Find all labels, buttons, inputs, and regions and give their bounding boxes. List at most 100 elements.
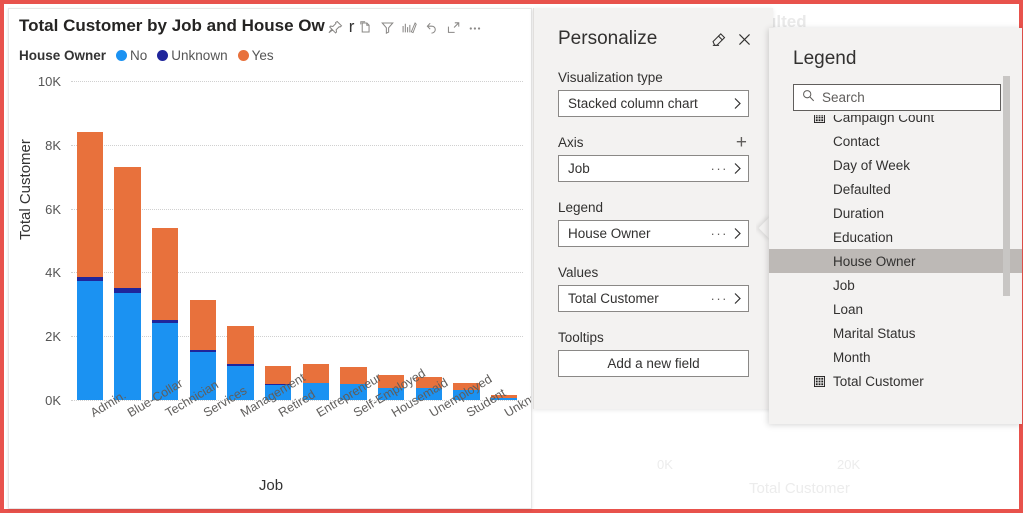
axis-field-more-icon[interactable]: ··· xyxy=(711,161,729,176)
personalize-pane[interactable]: Personalize Visualization type Stacked c… xyxy=(533,8,773,409)
y-tick-label: 6K xyxy=(45,201,61,217)
values-label-row: Values xyxy=(558,265,749,280)
legend-label-unknown: Unknown xyxy=(171,47,228,63)
background-x-tick-0: 0K xyxy=(657,457,673,472)
legend-field-list-item-label: Job xyxy=(833,277,855,293)
pin-icon[interactable] xyxy=(325,16,347,38)
bar-stack[interactable] xyxy=(151,227,179,400)
chevron-right-icon xyxy=(733,162,742,175)
legend-item-no[interactable]: No xyxy=(116,48,147,63)
more-options-icon[interactable] xyxy=(464,16,486,38)
legend-field-list-item-label: Duration xyxy=(833,205,885,221)
legend-field-list-item-label: Day of Week xyxy=(833,157,911,173)
bar-segment[interactable] xyxy=(227,326,254,364)
values-label: Values xyxy=(558,265,599,280)
legend-label-no: No xyxy=(130,47,148,63)
legend-flyout-title: Legend xyxy=(793,48,857,69)
legend-field-list-item-label: Defaulted xyxy=(833,181,891,197)
bar-segment[interactable] xyxy=(151,227,179,320)
visualization-type-label-row: Visualization type xyxy=(558,70,749,85)
bar-segment[interactable] xyxy=(76,132,103,277)
legend-field-list-item[interactable]: Job xyxy=(769,273,1022,297)
visual-header-toolbar: r xyxy=(325,15,487,38)
drill-icon[interactable] xyxy=(398,16,420,38)
section-values: Values Total Customer ··· xyxy=(558,265,749,312)
legend-field-list-item[interactable]: Month xyxy=(769,345,1022,369)
values-field-more-icon[interactable]: ··· xyxy=(711,291,729,306)
close-icon[interactable] xyxy=(731,26,757,52)
axis-label: Axis xyxy=(558,135,584,150)
legend-search-box[interactable] xyxy=(793,84,1001,111)
measure-icon xyxy=(813,375,826,388)
measure-icon xyxy=(813,115,826,124)
bar-stack[interactable] xyxy=(76,132,103,400)
legend-item-unknown[interactable]: Unknown xyxy=(157,47,228,63)
legend-flyout-panel[interactable]: Legend Campaign Count Contact Day of Week D… xyxy=(769,28,1022,424)
chevron-right-icon xyxy=(733,292,742,305)
legend-field-list-item-label: Loan xyxy=(833,301,864,317)
background-x-axis-title: Total Customer xyxy=(749,480,850,497)
tooltips-label: Tooltips xyxy=(558,330,604,345)
plot-area[interactable]: Total Customer 0K 2K 4K 6K 8K 10K Admin. Blue-… xyxy=(9,65,531,505)
filter-icon[interactable] xyxy=(376,16,398,38)
legend-field-list-item[interactable]: Education xyxy=(769,225,1022,249)
visualization-type-value: Stacked column chart xyxy=(568,96,698,111)
legend-field-list-item[interactable]: Defaulted xyxy=(769,177,1022,201)
visualization-type-label: Visualization type xyxy=(558,70,663,85)
add-new-field-button[interactable]: Add a new field xyxy=(558,350,749,377)
add-axis-field-button[interactable]: + xyxy=(734,133,749,152)
bar-segment[interactable] xyxy=(189,299,216,350)
legend-swatch-unknown xyxy=(157,49,169,61)
axis-field-value: Job xyxy=(568,161,590,176)
focus-mode-icon[interactable] xyxy=(442,16,464,38)
flyout-caret xyxy=(756,214,770,242)
background-x-tick-1: 20K xyxy=(837,457,861,472)
y-tick-label: 8K xyxy=(45,137,61,153)
legend-field-list-item[interactable]: Duration xyxy=(769,201,1022,225)
legend-field-list-item[interactable]: Total Customer xyxy=(769,369,1022,393)
personalize-header: Personalize xyxy=(534,8,773,52)
legend-field-more-icon[interactable]: ··· xyxy=(711,226,729,241)
legend-field-label: Legend xyxy=(558,200,604,215)
legend-field-list-item[interactable]: Campaign Count xyxy=(769,115,1022,129)
legend-field[interactable]: House Owner ··· xyxy=(558,220,749,247)
chart-visual-card[interactable]: Total Customer by Job and House Ow r Hou… xyxy=(8,8,532,509)
section-tooltips: Tooltips Add a new field xyxy=(558,330,749,377)
axis-label-row: Axis + xyxy=(558,133,749,152)
legend-field-list-item[interactable]: Loan xyxy=(769,297,1022,321)
legend-field-list-item[interactable]: Day of Week xyxy=(769,153,1022,177)
legend-field-list-item[interactable]: Marital Status xyxy=(769,321,1022,345)
bar-segment[interactable] xyxy=(114,292,141,400)
legend-field-list[interactable]: Campaign Count Contact Day of Week Defaulte… xyxy=(769,115,1022,405)
y-tick-label: 0K xyxy=(45,393,61,408)
bar-segment[interactable] xyxy=(76,281,103,400)
reset-icon[interactable] xyxy=(420,16,442,38)
visualization-type-dropdown[interactable]: Stacked column chart xyxy=(558,90,749,117)
bar-series-container[interactable] xyxy=(71,65,523,505)
y-tick-label: 4K xyxy=(45,265,61,281)
search-input[interactable] xyxy=(822,90,999,105)
legend-field-list-item[interactable]: Contact xyxy=(769,129,1022,153)
legend-field-list-item-label: Contact xyxy=(833,133,880,149)
visual-header: Total Customer by Job and House Ow r xyxy=(9,9,531,43)
personalize-fields: Visualization type Stacked column chart … xyxy=(534,70,773,377)
legend-item-yes[interactable]: Yes xyxy=(237,47,274,63)
legend-field-list-item[interactable]: House Owner xyxy=(769,249,1022,273)
values-field[interactable]: Total Customer ··· xyxy=(558,285,749,312)
axis-field[interactable]: Job ··· xyxy=(558,155,749,182)
values-field-value: Total Customer xyxy=(568,291,659,306)
chart-legend: House Owner No Unknown Yes xyxy=(9,43,531,65)
legend-swatch-yes xyxy=(237,49,249,61)
screenshot-root: ulted 0K 20K Total Customer Total Custom… xyxy=(0,0,1023,513)
bar-stack[interactable] xyxy=(114,166,141,400)
legend-list-scrollbar-thumb[interactable] xyxy=(1003,76,1010,296)
page-title: Total Customer by Job and House Ow xyxy=(19,16,325,35)
bar-segment[interactable] xyxy=(114,166,141,289)
y-tick-label: 10K xyxy=(37,74,61,89)
legend-swatch-no xyxy=(116,49,128,61)
copy-icon[interactable] xyxy=(354,16,376,38)
eraser-icon[interactable] xyxy=(705,26,731,52)
legend-label-yes: Yes xyxy=(251,47,274,63)
legend-field-list-item-label: Month xyxy=(833,349,871,365)
legend-field-list-item-label: Total Customer xyxy=(833,373,924,389)
